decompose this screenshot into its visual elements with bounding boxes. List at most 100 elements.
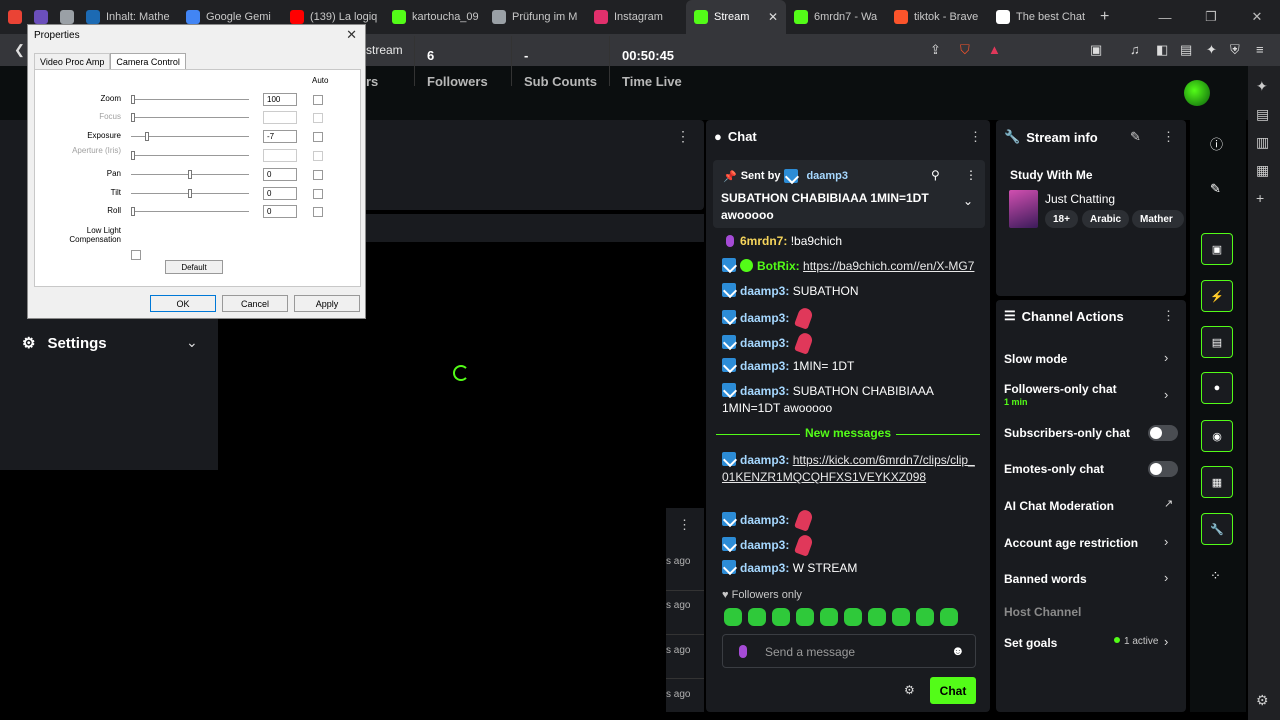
- browser-tab[interactable]: Instagram: [586, 0, 686, 34]
- apply-button[interactable]: Apply: [294, 295, 360, 312]
- tag-badge[interactable]: 18+: [1045, 210, 1078, 228]
- chat-message[interactable]: 6mrdn7: !ba9chich: [722, 233, 978, 250]
- auto-checkbox[interactable]: [313, 170, 323, 180]
- chevron-right-icon[interactable]: ›: [1164, 534, 1168, 549]
- emote-icon[interactable]: [844, 608, 862, 626]
- activity-menu-icon[interactable]: ⋮: [678, 517, 691, 533]
- chevron-right-icon[interactable]: ›: [1164, 634, 1168, 649]
- emote-icon[interactable]: [940, 608, 958, 626]
- property-value-field[interactable]: 0: [263, 205, 297, 218]
- slider-thumb[interactable]: [131, 113, 135, 122]
- chat-menu-icon[interactable]: ⋮: [969, 129, 982, 145]
- emote-icon[interactable]: [868, 608, 886, 626]
- chevron-down-icon[interactable]: ⌄: [186, 334, 198, 351]
- sidebar-icon[interactable]: ◧: [1156, 42, 1168, 58]
- pinned-username[interactable]: daamp3: [806, 170, 848, 182]
- channel-actions-menu-icon[interactable]: ⋮: [1162, 308, 1175, 324]
- emote-icon[interactable]: [916, 608, 934, 626]
- browser-tab[interactable]: kartoucha_09: [384, 0, 484, 34]
- ok-button[interactable]: OK: [150, 295, 216, 312]
- chat-username[interactable]: daamp3: [740, 336, 785, 350]
- brave-shield-icon[interactable]: ⛉: [960, 42, 970, 58]
- chat-username[interactable]: daamp3: [740, 513, 785, 527]
- tag-badge[interactable]: Mather: [1132, 210, 1184, 228]
- stream-info-menu-icon[interactable]: ⋮: [1162, 129, 1175, 145]
- brave-rewards-icon[interactable]: ▲: [988, 42, 1001, 57]
- slow-mode-label[interactable]: Slow mode: [1004, 352, 1067, 366]
- chat-username[interactable]: BotRix: [757, 259, 796, 273]
- chat-message[interactable]: daamp3: SUBATHON: [722, 283, 978, 300]
- unpin-icon[interactable]: ⚲: [931, 168, 940, 182]
- chat-username[interactable]: daamp3: [740, 311, 785, 325]
- tab-camera-control[interactable]: Camera Control: [110, 53, 186, 70]
- property-slider[interactable]: [131, 117, 249, 118]
- url-text[interactable]: stream: [366, 43, 403, 57]
- property-value-field[interactable]: 0: [263, 187, 297, 200]
- property-slider[interactable]: [131, 211, 249, 212]
- emote-icon[interactable]: [772, 608, 790, 626]
- vpn-icon[interactable]: ⛨: [1230, 42, 1240, 58]
- followers-only-label[interactable]: Followers-only chat: [1004, 382, 1117, 396]
- screenshot-icon[interactable]: ▣: [1090, 42, 1102, 58]
- cancel-button[interactable]: Cancel: [222, 295, 288, 312]
- account-age-label[interactable]: Account age restriction: [1004, 536, 1138, 550]
- property-value-field[interactable]: 0: [263, 168, 297, 181]
- emote-icon[interactable]: [820, 608, 838, 626]
- chat-message[interactable]: daamp3: W STREAM: [722, 560, 978, 577]
- apps-icon[interactable]: ⁘: [1210, 568, 1221, 584]
- chat-username[interactable]: daamp3: [740, 359, 785, 373]
- slider-thumb[interactable]: [131, 95, 135, 104]
- tab-video-proc-amp[interactable]: Video Proc Amp: [34, 53, 111, 70]
- chat-username[interactable]: daamp3: [740, 561, 785, 575]
- chevron-right-icon[interactable]: ›: [1164, 387, 1168, 402]
- chat-username[interactable]: daamp3: [740, 384, 785, 398]
- media-icon[interactable]: ♫: [1130, 42, 1140, 57]
- sidebar-item-settings[interactable]: ⚙ Settings: [22, 334, 107, 353]
- slider-thumb[interactable]: [131, 207, 135, 216]
- add-panel-icon[interactable]: +: [1256, 190, 1264, 206]
- chevron-right-icon[interactable]: ›: [1164, 350, 1168, 365]
- property-slider[interactable]: [131, 136, 249, 137]
- close-icon[interactable]: ✕: [346, 27, 357, 43]
- info-icon[interactable]: ⓘ: [1210, 134, 1223, 153]
- sidebar-settings-icon[interactable]: ⚙: [1256, 692, 1269, 709]
- leo-icon[interactable]: ✦: [1256, 78, 1268, 95]
- notes-icon[interactable]: ▤: [1201, 326, 1233, 358]
- wrench-icon[interactable]: 🔧: [1201, 513, 1233, 545]
- property-slider[interactable]: [131, 155, 249, 156]
- auto-checkbox[interactable]: [313, 132, 323, 142]
- pinned-menu-icon[interactable]: ⋮: [965, 168, 977, 182]
- browser-tab[interactable]: 6mrdn7 - Wa: [786, 0, 886, 34]
- broadcast-icon[interactable]: ◉: [1201, 420, 1233, 452]
- leo-ai-icon[interactable]: ✦: [1206, 42, 1217, 58]
- chat-message[interactable]: daamp3:: [722, 306, 978, 330]
- property-value-field[interactable]: -7: [263, 130, 297, 143]
- browser-tab[interactable]: [0, 0, 26, 34]
- emoji-icon[interactable]: ☻: [951, 643, 965, 658]
- wallet-side-icon[interactable]: ▤: [1256, 106, 1269, 123]
- lightning-icon[interactable]: ⚡: [1201, 280, 1233, 312]
- chat-input[interactable]: Send a message ☻: [722, 634, 976, 668]
- send-chat-button[interactable]: Chat: [930, 677, 976, 704]
- chat-username[interactable]: 6mrdn7: [740, 234, 783, 248]
- avatar[interactable]: [1184, 80, 1210, 106]
- property-value-field[interactable]: 100: [263, 93, 297, 106]
- chat-settings-icon[interactable]: ⚙: [904, 683, 915, 697]
- edit-icon[interactable]: ✎: [1130, 129, 1141, 145]
- chat-message[interactable]: daamp3:: [722, 331, 978, 355]
- capture-icon[interactable]: ▣: [1201, 233, 1233, 265]
- chat-message[interactable]: daamp3: SUBATHON CHABIBIAAA 1MIN=1DT awo…: [722, 383, 978, 417]
- chat-message[interactable]: daamp3:: [722, 533, 978, 557]
- minimize-icon[interactable]: —: [1142, 0, 1188, 34]
- emotes-only-toggle[interactable]: [1148, 461, 1178, 477]
- close-tab-icon[interactable]: ✕: [768, 10, 778, 24]
- banned-words-label[interactable]: Banned words: [1004, 572, 1087, 586]
- wallet-icon[interactable]: ▤: [1180, 42, 1192, 58]
- auto-checkbox[interactable]: [313, 95, 323, 105]
- menu-icon[interactable]: ≡: [1256, 42, 1264, 57]
- layout-icon[interactable]: ▦: [1201, 466, 1233, 498]
- browser-tab[interactable]: The best Chat: [988, 0, 1090, 34]
- chat-message[interactable]: daamp3:: [722, 508, 978, 532]
- bookmarks-icon[interactable]: ▥: [1256, 134, 1269, 151]
- chat-message[interactable]: daamp3: https://kick.com/6mrdn7/clips/cl…: [722, 452, 978, 486]
